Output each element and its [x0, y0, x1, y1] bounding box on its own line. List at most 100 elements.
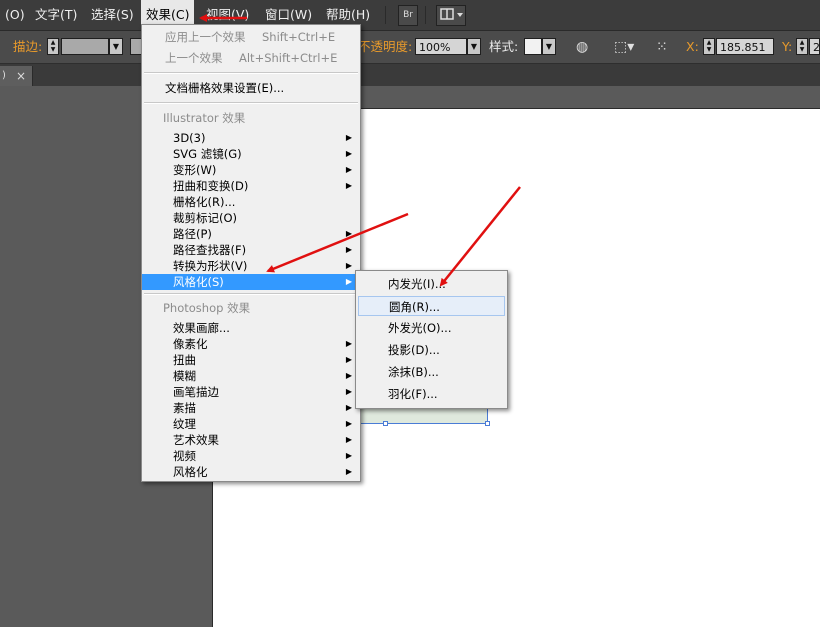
menu-item-label: 外发光(O)... — [388, 321, 452, 335]
menu-item-label: 扭曲和变换(D) — [173, 179, 249, 193]
x-field[interactable]: 185.851 — [716, 38, 774, 55]
menu-item-label: 栅格化(R)... — [173, 195, 236, 209]
menu-item-3d[interactable]: 3D(3) ▶ — [142, 130, 360, 146]
menu-item-brush-strokes[interactable]: 画笔描边 ▶ — [142, 384, 360, 400]
document-tab-strip: ) × — [0, 64, 820, 86]
arrange-documents-button[interactable] — [436, 5, 466, 26]
menu-item-rasterize[interactable]: 栅格化(R)... — [142, 194, 360, 210]
menu-separator — [144, 72, 358, 74]
submenu-arrow-icon: ▶ — [345, 277, 352, 286]
menubar-divider — [385, 6, 386, 24]
submenu-item-inner-glow[interactable]: 内发光(I)... — [356, 274, 507, 294]
menu-bar: (O) 文字(T) 选择(S) 效果(C) 视图(V) 窗口(W) 帮助(H) … — [0, 0, 820, 31]
menu-item-label: 素描 — [173, 401, 196, 415]
y-field[interactable]: 2 — [809, 38, 820, 55]
menu-item-label: 视频 — [173, 449, 196, 463]
submenu-arrow-icon: ▶ — [345, 451, 352, 460]
submenu-arrow-icon: ▶ — [345, 245, 352, 254]
menu-item-label: SVG 滤镜(G) — [173, 147, 242, 161]
menu-item-stylize[interactable]: 风格化(S) ▶ — [142, 274, 360, 290]
align-selection-icon[interactable]: ⬚▾ — [614, 31, 634, 63]
menu-item-stylize-photoshop[interactable]: 风格化 ▶ — [142, 464, 360, 480]
menu-item-artistic[interactable]: 艺术效果 ▶ — [142, 432, 360, 448]
x-label: X: — [686, 39, 699, 54]
graphic-style-dropdown[interactable]: ▼ — [542, 38, 556, 55]
submenu-arrow-icon: ▶ — [345, 261, 352, 270]
stroke-weight-field[interactable] — [61, 38, 109, 55]
submenu-arrow-icon: ▶ — [345, 133, 352, 142]
menu-object[interactable]: (O) — [0, 0, 30, 30]
selection-handle[interactable] — [383, 421, 388, 426]
menu-item-label: 涂抹(B)... — [388, 365, 439, 379]
menu-item-sketch[interactable]: 素描 ▶ — [142, 400, 360, 416]
recolor-artwork-icon[interactable]: ◍ — [576, 31, 588, 63]
shortcut-label: Alt+Shift+Ctrl+E — [239, 51, 338, 65]
submenu-arrow-icon: ▶ — [345, 339, 352, 348]
menu-item-label: 投影(D)... — [388, 343, 440, 357]
shortcut-label: Shift+Ctrl+E — [262, 30, 336, 44]
submenu-arrow-icon: ▶ — [345, 403, 352, 412]
menu-item-label: 内发光(I)... — [388, 277, 446, 291]
graphic-style-swatch[interactable] — [524, 38, 542, 55]
menu-item-label: 纹理 — [173, 417, 196, 431]
submenu-item-drop-shadow[interactable]: 投影(D)... — [356, 340, 507, 360]
y-stepper[interactable]: ▲ ▼ — [796, 38, 808, 55]
menu-item-label: 画笔描边 — [173, 385, 219, 399]
submenu-item-scribble[interactable]: 涂抹(B)... — [356, 362, 507, 382]
stroke-weight-dropdown[interactable]: ▼ — [109, 38, 123, 55]
selection-handle[interactable] — [485, 421, 490, 426]
menu-item-label: 模糊 — [173, 369, 196, 383]
menu-item-path[interactable]: 路径(P) ▶ — [142, 226, 360, 242]
submenu-arrow-icon: ▶ — [345, 371, 352, 380]
bridge-button[interactable]: Br — [398, 5, 418, 26]
menu-item-label: 圆角(R)... — [389, 300, 440, 314]
menu-item-blur[interactable]: 模糊 ▶ — [142, 368, 360, 384]
menu-item-label: 艺术效果 — [173, 433, 219, 447]
menu-item-last-effect: 上一个效果 Alt+Shift+Ctrl+E — [142, 50, 360, 66]
menu-item-pathfinder[interactable]: 路径查找器(F) ▶ — [142, 242, 360, 258]
submenu-arrow-icon: ▶ — [345, 419, 352, 428]
menu-item-label: 应用上一个效果 — [165, 30, 246, 44]
menu-item-warp[interactable]: 变形(W) ▶ — [142, 162, 360, 178]
stroke-label[interactable]: 描边: — [13, 31, 42, 63]
submenu-arrow-icon: ▶ — [345, 181, 352, 190]
submenu-arrow-icon: ▶ — [345, 149, 352, 158]
reference-point-icon[interactable]: ⁙ — [656, 31, 668, 63]
menu-item-label: 羽化(F)... — [388, 387, 438, 401]
menu-type[interactable]: 文字(T) — [30, 0, 82, 30]
menu-select[interactable]: 选择(S) — [86, 0, 139, 30]
close-icon[interactable]: × — [16, 66, 26, 86]
submenu-item-round-corners[interactable]: 圆角(R)... — [358, 296, 505, 316]
control-bar: 描边: ▲ ▼ ▼ 不透明度: 100% ▼ 样式: ▼ ◍ ⬚▾ ⁙ X: ▲ ▼… — [0, 31, 820, 64]
menu-item-pixelate[interactable]: 像素化 ▶ — [142, 336, 360, 352]
document-tab[interactable]: ) × — [0, 66, 33, 86]
menu-item-label: 文档栅格效果设置(E)... — [165, 81, 285, 95]
opacity-field[interactable]: 100% — [415, 38, 467, 55]
menu-item-crop-marks[interactable]: 裁剪标记(O) — [142, 210, 360, 226]
menu-item-distort-transform[interactable]: 扭曲和变换(D) ▶ — [142, 178, 360, 194]
menu-item-distort[interactable]: 扭曲 ▶ — [142, 352, 360, 368]
opacity-dropdown[interactable]: ▼ — [467, 38, 481, 55]
menu-item-label: 风格化(S) — [173, 275, 224, 289]
menu-item-label: 扭曲 — [173, 353, 196, 367]
menu-item-effect-gallery[interactable]: 效果画廊... — [142, 320, 360, 336]
submenu-arrow-icon: ▶ — [345, 355, 352, 364]
effect-menu: 应用上一个效果 Shift+Ctrl+E 上一个效果 Alt+Shift+Ctr… — [141, 24, 361, 482]
menu-item-convert-to-shape[interactable]: 转换为形状(V) ▶ — [142, 258, 360, 274]
menu-separator — [144, 293, 358, 295]
menu-item-video[interactable]: 视频 ▶ — [142, 448, 360, 464]
submenu-arrow-icon: ▶ — [345, 165, 352, 174]
submenu-arrow-icon: ▶ — [345, 467, 352, 476]
menu-item-raster-settings[interactable]: 文档栅格效果设置(E)... — [142, 80, 360, 96]
submenu-item-outer-glow[interactable]: 外发光(O)... — [356, 318, 507, 338]
menu-item-svg-filters[interactable]: SVG 滤镜(G) ▶ — [142, 146, 360, 162]
x-stepper[interactable]: ▲ ▼ — [703, 38, 715, 55]
submenu-item-feather[interactable]: 羽化(F)... — [356, 384, 507, 404]
stroke-weight-stepper[interactable]: ▲ ▼ — [47, 38, 59, 55]
menu-item-label: 3D(3) — [173, 131, 206, 145]
illustrator-effects-heading: Illustrator 效果 — [163, 111, 246, 125]
opacity-label[interactable]: 不透明度: — [358, 31, 412, 63]
menu-item-label: 路径(P) — [173, 227, 212, 241]
menu-item-label: 效果画廊... — [173, 321, 230, 335]
menu-item-texture[interactable]: 纹理 ▶ — [142, 416, 360, 432]
